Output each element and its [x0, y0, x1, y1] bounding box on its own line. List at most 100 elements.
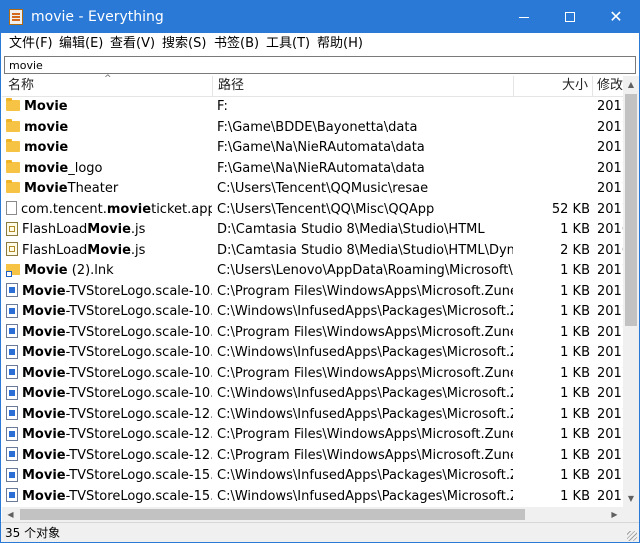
- file-path-cell: C:\Users\Lenovo\AppData\Roaming\Microsof…: [217, 263, 513, 278]
- table-row[interactable]: movie_logo F:\Game\Na\NieRAutomata\data 20…: [2, 159, 623, 180]
- table-row[interactable]: movie F:\Game\BDDE\Bayonetta\data 2017: [2, 118, 623, 139]
- file-size-cell: 1 KB: [560, 283, 590, 299]
- table-row[interactable]: Movie-TVStoreLogo.scale-15... C:\Windows\…: [2, 487, 623, 508]
- table-row[interactable]: Movie-TVStoreLogo.scale-12... C:\Windows\…: [2, 405, 623, 426]
- file-name-cell: Movie (2).lnk: [6, 261, 212, 282]
- vertical-scrollbar[interactable]: ▲ ▼: [623, 76, 639, 507]
- title-bar[interactable]: movie - Everything ✕: [1, 1, 639, 33]
- table-row[interactable]: Movie-TVStoreLogo.scale-10... C:\Windows\…: [2, 302, 623, 323]
- menu-view[interactable]: 查看(V): [110, 35, 155, 53]
- file-path-cell: F:\Game\BDDE\Bayonetta\data: [217, 119, 418, 135]
- file-name-cell: Movie-TVStoreLogo.scale-15...: [6, 466, 212, 487]
- file-path-cell: C:\Program Files\WindowsApps\Microsoft.Z…: [217, 283, 513, 299]
- file-name-suffix: .js: [130, 242, 146, 258]
- table-row[interactable]: FlashLoadMovie.js D:\Camtasia Studio 8\Me…: [2, 241, 623, 262]
- file-path-cell: C:\Windows\InfusedApps\Packages\Microsof…: [217, 304, 513, 319]
- column-header: 名称 ^ 路径 大小 修改: [2, 74, 623, 97]
- file-name-cell: Movie-TVStoreLogo.scale-10...: [6, 364, 212, 385]
- file-date-cell: 2017: [597, 365, 623, 381]
- file-name-match: movie: [106, 201, 152, 217]
- close-button[interactable]: ✕: [593, 1, 639, 33]
- column-divider[interactable]: [212, 76, 213, 96]
- file-name-cell: movie_logo: [6, 159, 212, 180]
- file-name-cell: Movie-TVStoreLogo.scale-10...: [6, 282, 212, 303]
- table-row[interactable]: Movie-TVStoreLogo.scale-10... C:\Program …: [2, 282, 623, 303]
- table-row[interactable]: Movie-TVStoreLogo.scale-15... C:\Windows\…: [2, 466, 623, 487]
- file-name-match: Movie: [24, 263, 68, 278]
- horizontal-scrollbar[interactable]: ◀ ▶: [2, 507, 623, 522]
- menu-tools[interactable]: 工具(T): [266, 35, 310, 53]
- minimize-button[interactable]: [501, 1, 547, 33]
- object-count: 35 个对象: [5, 526, 61, 540]
- file-date-cell: 2017: [597, 468, 623, 483]
- image-file-icon: [6, 385, 18, 400]
- table-row[interactable]: MovieTheater C:\Users\Tencent\QQMusic\res…: [2, 179, 623, 200]
- file-name-match: Movie: [22, 427, 66, 442]
- column-header-path[interactable]: 路径: [218, 76, 508, 96]
- file-path-cell: C:\Users\Tencent\QQ\Misc\QQApp: [217, 201, 435, 217]
- file-name-cell: Movie-TVStoreLogo.scale-15...: [6, 487, 212, 508]
- file-name-cell: movie: [6, 138, 212, 159]
- table-row[interactable]: Movie-TVStoreLogo.scale-10... C:\Program …: [2, 364, 623, 385]
- file-size-cell: [514, 179, 590, 200]
- file-date-cell: 2016: [597, 222, 623, 237]
- horizontal-scroll-thumb[interactable]: [20, 509, 525, 520]
- file-name-suffix: -TVStoreLogo.scale-12...: [65, 427, 212, 442]
- file-size-cell: [514, 118, 590, 139]
- file-name-cell: Movie-TVStoreLogo.scale-10...: [6, 343, 212, 364]
- everything-window: movie - Everything ✕ 文件(F) 编辑(E) 查看(V) 搜…: [0, 0, 640, 543]
- file-name-cell: FlashLoadMovie.js: [6, 220, 212, 241]
- table-row[interactable]: Movie-TVStoreLogo.scale-10... C:\Program …: [2, 323, 623, 344]
- column-header-size[interactable]: 大小: [514, 76, 588, 96]
- file-date-cell: 2017: [597, 345, 623, 360]
- file-date-cell: 2016: [597, 242, 623, 258]
- vertical-scroll-thumb[interactable]: [625, 94, 637, 326]
- script-file-icon: [6, 242, 18, 256]
- results-list: Movie F: 2017 movie F:\Game\BDDE\Bayonetta\d…: [2, 97, 623, 507]
- table-row[interactable]: FlashLoadMovie.js D:\Camtasia Studio 8\Me…: [2, 220, 623, 241]
- menu-file[interactable]: 文件(F): [9, 35, 53, 53]
- image-file-icon: [6, 283, 18, 297]
- file-path-cell: C:\Program Files\WindowsApps\Microsoft.Z…: [217, 447, 513, 463]
- image-file-icon: [6, 303, 18, 318]
- file-name-match: Movie: [22, 468, 66, 483]
- table-row[interactable]: Movie-TVStoreLogo.scale-10... C:\Windows\…: [2, 343, 623, 364]
- resize-grip-icon[interactable]: [627, 531, 637, 541]
- file-path-cell: C:\Program Files\WindowsApps\Microsoft.Z…: [217, 324, 513, 340]
- file-name-cell: Movie-TVStoreLogo.scale-10...: [6, 302, 212, 323]
- menu-search[interactable]: 搜索(S): [162, 35, 206, 53]
- menu-bookmarks[interactable]: 书签(B): [214, 35, 259, 53]
- file-name-match: Movie: [22, 304, 66, 319]
- file-path-cell: C:\Program Files\WindowsApps\Microsoft.Z…: [217, 365, 513, 381]
- scroll-down-arrow-icon[interactable]: ▼: [623, 490, 639, 507]
- column-divider[interactable]: [592, 76, 593, 96]
- maximize-button[interactable]: [547, 1, 593, 33]
- file-name-match: Movie: [87, 242, 131, 258]
- menu-help[interactable]: 帮助(H): [317, 35, 363, 53]
- table-row[interactable]: Movie-TVStoreLogo.scale-10... C:\Windows\…: [2, 384, 623, 405]
- status-bar: 35 个对象: [1, 522, 639, 542]
- menu-bar: 文件(F) 编辑(E) 查看(V) 搜索(S) 书签(B) 工具(T) 帮助(H…: [1, 33, 639, 55]
- scroll-left-arrow-icon[interactable]: ◀: [2, 507, 19, 522]
- image-file-icon: [6, 365, 18, 379]
- menu-edit[interactable]: 编辑(E): [59, 35, 103, 53]
- table-row[interactable]: movie F:\Game\Na\NieRAutomata\data 2017: [2, 138, 623, 159]
- file-name-match: Movie: [22, 324, 66, 340]
- image-file-icon: [6, 426, 18, 441]
- column-header-date[interactable]: 修改: [597, 76, 623, 96]
- scroll-up-arrow-icon[interactable]: ▲: [623, 76, 639, 93]
- table-row[interactable]: Movie-TVStoreLogo.scale-12... C:\Program …: [2, 446, 623, 467]
- file-name-suffix: -TVStoreLogo.scale-10...: [65, 386, 212, 401]
- file-name-cell: movie: [6, 118, 212, 139]
- table-row[interactable]: Movie (2).lnk C:\Users\Lenovo\AppData\Roa…: [2, 261, 623, 282]
- table-row[interactable]: com.tencent.movieticket.app C:\Users\Tenc…: [2, 200, 623, 221]
- table-row[interactable]: Movie-TVStoreLogo.scale-12... C:\Program …: [2, 425, 623, 446]
- file-name-suffix: ticket.app: [151, 201, 212, 217]
- scroll-right-arrow-icon[interactable]: ▶: [606, 507, 623, 522]
- search-box[interactable]: [4, 56, 636, 74]
- file-path-cell: C:\Program Files\WindowsApps\Microsoft.Z…: [217, 427, 513, 442]
- file-size-cell: [514, 97, 590, 118]
- search-input[interactable]: [5, 57, 629, 73]
- table-row[interactable]: Movie F: 2017: [2, 97, 623, 118]
- file-name-match: Movie: [22, 488, 66, 504]
